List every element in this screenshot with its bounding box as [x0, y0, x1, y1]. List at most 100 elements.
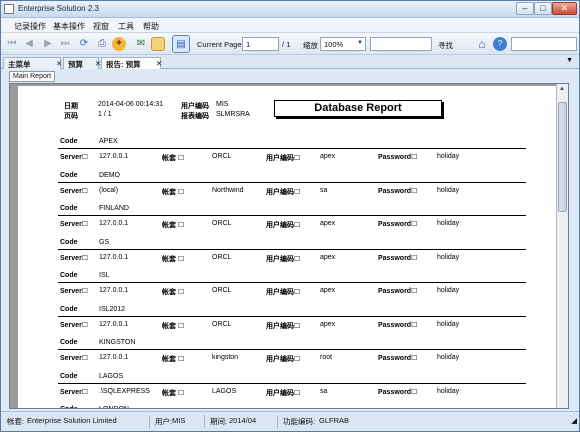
code-value: ISL: [99, 272, 110, 279]
tab-report-budget[interactable]: 报告: 预算 ✕: [101, 57, 162, 69]
scrollbar-thumb[interactable]: [558, 102, 567, 212]
send-icon[interactable]: ✉: [134, 37, 148, 51]
code-label: Code: [60, 138, 78, 145]
account-label: 帐套 ☐: [162, 155, 185, 162]
password-value: holiday: [437, 287, 460, 294]
server-label: Server☐: [60, 221, 89, 228]
user-value: apex: [320, 220, 336, 227]
form-code-value: SLMRSRA: [216, 111, 250, 118]
user-code-label: 用户编码☐: [266, 155, 301, 162]
record-divider: [58, 316, 526, 317]
home-icon[interactable]: ⌂: [475, 37, 489, 51]
server-label: Server☐: [60, 154, 89, 161]
status-period-value: 2014/04: [229, 416, 257, 425]
record-details-row: Server☐ 127.0.0.1 帐套 ☐ ORCL 用户编码☐ apex Passwor…: [18, 153, 556, 163]
resize-grip-icon[interactable]: ◢: [571, 416, 577, 429]
status-divider: [277, 415, 278, 428]
tab-main-report[interactable]: Main Report: [9, 71, 56, 82]
record-details-row: Server☐ (local) 帐套 ☐ Northwind 用户编码☐ sa Passwo…: [18, 187, 556, 197]
close-icon[interactable]: ✕: [56, 59, 62, 68]
find-label[interactable]: 寻找: [438, 40, 453, 51]
record-details-row: Server☐ .\SQLEXPRESS 帐套 ☐ LAGOS 用户编码☐ sa Passw…: [18, 388, 556, 398]
page-value: 1 / 1: [98, 111, 112, 118]
date-label: 日期: [64, 103, 78, 110]
code-label: Code: [60, 306, 78, 313]
account-value: ORCL: [212, 220, 232, 227]
password-value: holiday: [437, 321, 460, 328]
record-divider: [58, 282, 526, 283]
tab-label: 报告: 预算: [106, 60, 141, 69]
refresh-icon[interactable]: ⟳: [77, 37, 91, 51]
page-view-icon[interactable]: ▤: [172, 35, 190, 53]
record-details-row: Server☐ 127.0.0.1 帐套 ☐ ORCL 用户编码☐ apex Passwor…: [18, 254, 556, 264]
user-value: sa: [320, 187, 328, 194]
server-value: (local): [99, 187, 119, 194]
user-value: apex: [320, 287, 336, 294]
user-code-label: 用户编码☐: [266, 222, 301, 229]
record-divider: [58, 249, 526, 250]
code-label: Code: [60, 272, 78, 279]
minimize-button[interactable]: –: [516, 2, 534, 15]
user-code-label: 用户编码☐: [266, 189, 301, 196]
menu-window[interactable]: 视窗: [93, 21, 109, 32]
user-code-label: 用户编码☐: [266, 323, 301, 330]
tab-list-dropdown-icon[interactable]: ▼: [566, 57, 573, 64]
tab-budget[interactable]: 预算 ✕: [63, 57, 101, 69]
open-folder-icon[interactable]: [151, 37, 165, 51]
server-value: 127.0.0.1: [99, 287, 129, 294]
code-value: FINLAND: [99, 205, 129, 212]
tab-label: 预算: [68, 60, 83, 69]
total-pages-label: / 1: [282, 40, 291, 49]
close-button[interactable]: ✕: [552, 2, 577, 15]
account-label: 帐套 ☐: [162, 323, 185, 330]
find-input[interactable]: [370, 37, 432, 51]
export-icon[interactable]: ✦: [112, 37, 126, 51]
user-code-label: 用户编码: [181, 103, 209, 110]
current-page-label: Current Page: [197, 40, 242, 49]
menu-record-ops[interactable]: 记录操作: [14, 21, 46, 32]
status-function-label: 功能编码:: [283, 417, 316, 426]
record-details-row: Server☐ 127.0.0.1 帐套 ☐ ORCL 用户编码☐ apex Passwor…: [18, 287, 556, 297]
server-value: 127.0.0.1: [99, 321, 129, 328]
account-label: 帐套 ☐: [162, 289, 185, 296]
next-page-icon[interactable]: ▶: [41, 37, 55, 51]
last-page-icon[interactable]: ⏭: [58, 37, 72, 51]
close-icon[interactable]: ✕: [156, 59, 162, 68]
tab-main-menu[interactable]: 主菜单 ✕: [3, 57, 62, 69]
print-icon[interactable]: ⎙: [95, 37, 109, 51]
code-value: LONDON: [99, 406, 129, 408]
status-company-label: 帐套:: [7, 417, 25, 426]
scroll-up-icon[interactable]: ▲: [559, 86, 565, 92]
menu-tools[interactable]: 工具: [118, 21, 134, 32]
maximize-button[interactable]: □: [534, 2, 552, 15]
zoom-select[interactable]: 100% ▼: [320, 37, 366, 51]
account-value: ORCL: [212, 321, 232, 328]
code-value: GS: [99, 239, 110, 246]
vertical-scrollbar[interactable]: ▲: [556, 84, 568, 408]
menu-basic-ops[interactable]: 基本操作: [53, 21, 85, 32]
status-company-value: Enterprise Solution Limited: [27, 416, 117, 425]
user-value: root: [320, 354, 333, 361]
user-value: apex: [320, 153, 336, 160]
account-value: ORCL: [212, 287, 232, 294]
current-page-input[interactable]: 1: [242, 37, 279, 51]
code-value: ISL2012: [99, 306, 126, 313]
status-user-value: MIS: [172, 416, 186, 425]
user-code-label: 用户编码☐: [266, 356, 301, 363]
server-value: 127.0.0.1: [99, 254, 129, 261]
previous-page-icon[interactable]: ◀: [22, 37, 36, 51]
password-label: Password☐: [378, 355, 418, 362]
password-value: holiday: [437, 153, 460, 160]
code-label: Code: [60, 172, 78, 179]
report-page: 日期 2014-04-06 00:14:31 页码 1 / 1 用户编码 MIS…: [18, 86, 556, 408]
quick-search-input[interactable]: [511, 37, 577, 51]
server-label: Server☐: [60, 255, 89, 262]
user-code-value: MIS: [216, 101, 229, 108]
help-icon[interactable]: ?: [493, 37, 507, 51]
first-page-icon[interactable]: ⏮: [5, 37, 19, 51]
account-value: ORCL: [212, 254, 232, 261]
server-value: 127.0.0.1: [99, 220, 129, 227]
menu-help[interactable]: 帮助: [143, 21, 159, 32]
server-label: Server☐: [60, 355, 89, 362]
server-value: .\SQLEXPRESS: [99, 388, 150, 395]
